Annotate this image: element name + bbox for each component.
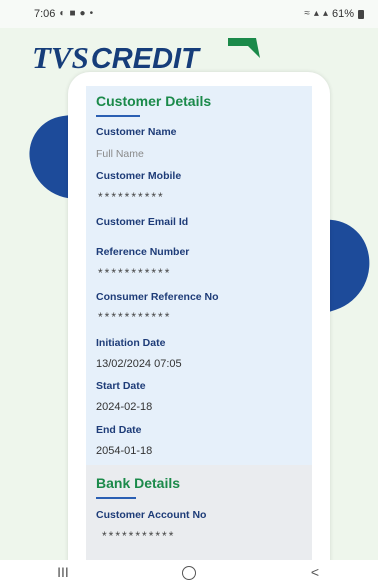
consumer-reference-label: Consumer Reference No	[96, 291, 219, 303]
home-icon	[182, 566, 196, 581]
customer-details-title: Customer Details	[96, 93, 212, 109]
message-icon: ■	[69, 8, 76, 19]
customer-name-field: Full Name	[96, 148, 144, 160]
dot-icon: •	[89, 8, 94, 19]
customer-email-label: Customer Email Id	[96, 216, 189, 228]
battery-percent: 61%	[331, 8, 354, 20]
wifi-icon: ≈	[304, 8, 310, 19]
nav-bar: III <	[0, 560, 378, 584]
back-button[interactable]: <	[295, 560, 335, 584]
signal-2-icon: ▴	[322, 8, 328, 19]
end-date-value: 2054-01-18	[96, 445, 153, 457]
status-right: ≈ ▴ ▴ 61%	[304, 8, 364, 20]
reference-number-label: Reference Number	[96, 246, 190, 258]
details-card[interactable]: Customer Details Customer Name Full Name…	[68, 72, 330, 572]
customer-mobile-value: **********	[98, 190, 165, 204]
brand-logo: TVS CREDIT	[32, 36, 260, 76]
status-left: 7:06 ◐ ■ ● •	[34, 8, 93, 20]
bank-details-underline	[96, 497, 136, 499]
recents-button[interactable]: III	[43, 560, 83, 584]
start-date-value: 2024-02-18	[96, 401, 153, 413]
reference-number-value: ***********	[98, 266, 172, 280]
screen: 7:06 ◐ ■ ● • ≈ ▴ ▴ 61% TVS CREDIT Custom…	[0, 0, 378, 584]
initiation-date-label: Initiation Date	[96, 337, 166, 349]
battery-icon	[358, 9, 364, 19]
bank-details-section: Bank Details Customer Account No *******…	[86, 465, 312, 572]
start-date-label: Start Date	[96, 380, 146, 392]
bank-details-title: Bank Details	[96, 475, 181, 491]
home-button[interactable]	[169, 560, 209, 584]
signal-icon: ▴	[313, 8, 319, 19]
customer-account-label: Customer Account No	[96, 509, 207, 521]
whatsapp-icon: ◐	[59, 8, 66, 19]
consumer-reference-value: ***********	[98, 310, 172, 324]
customer-name-label: Customer Name	[96, 126, 177, 138]
status-time: 7:06	[34, 8, 56, 20]
status-bar: 7:06 ◐ ■ ● • ≈ ▴ ▴ 61%	[0, 0, 378, 28]
brand-flag-icon	[228, 38, 260, 58]
end-date-label: End Date	[96, 424, 142, 436]
customer-details-underline	[96, 115, 140, 117]
initiation-date-value: 13/02/2024 07:05	[96, 358, 182, 370]
customer-account-value: ***********	[102, 529, 176, 543]
brand-tvs: TVS	[32, 40, 89, 75]
customer-mobile-label: Customer Mobile	[96, 170, 182, 182]
chrome-icon: ●	[79, 8, 86, 19]
